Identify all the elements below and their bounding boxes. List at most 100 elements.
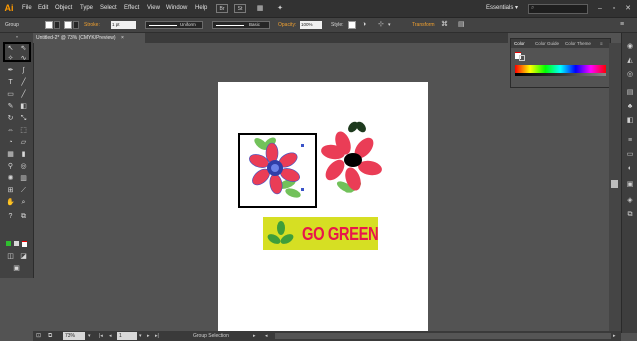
fill-dropdown[interactable] (54, 21, 60, 29)
arrange-icon[interactable]: ▤ (458, 18, 465, 32)
menu-window[interactable]: Window (166, 0, 187, 17)
rotate-icon[interactable]: ↻ (5, 115, 16, 123)
collapse-icon[interactable]: « (12, 35, 22, 39)
free-transform-icon[interactable]: ⬚ (18, 127, 29, 135)
align-icon[interactable]: ⊹ (378, 18, 384, 32)
tab-color-theme[interactable]: Color Theme (565, 39, 591, 48)
previous-artboard-icon[interactable]: ◂ (109, 331, 112, 341)
menu-help[interactable]: Help (195, 0, 207, 17)
artboard-tool-icon[interactable]: ⊞ (5, 187, 16, 195)
stroke-weight-field[interactable]: 1 pt (111, 21, 136, 29)
brush-definition[interactable]: Basic (212, 21, 270, 29)
menu-object[interactable]: Object (55, 0, 72, 17)
screen-mode-icon[interactable]: ▣ (11, 265, 22, 273)
panel-menu-icon[interactable]: ≡ (620, 18, 624, 32)
stock-icon[interactable]: St (234, 4, 246, 13)
help-icon[interactable]: ? (5, 213, 16, 221)
stroke-icon[interactable] (519, 55, 525, 61)
paintbrush-icon[interactable]: ╱ (18, 91, 29, 99)
none-mode-icon[interactable] (22, 241, 27, 247)
color-spectrum[interactable] (515, 65, 606, 73)
menu-effect[interactable]: Effect (124, 0, 139, 17)
menu-view[interactable]: View (147, 0, 160, 17)
last-artboard-icon[interactable]: ▸| (155, 331, 159, 341)
width-tool-icon[interactable]: ⇔ (5, 127, 16, 135)
menu-type[interactable]: Type (80, 0, 93, 17)
flower-plain[interactable] (320, 120, 383, 195)
pencil-icon[interactable]: ✎ (5, 103, 16, 111)
eyedropper-icon[interactable]: ⚲ (5, 163, 16, 171)
swatches-icon[interactable]: ◎ (625, 71, 635, 79)
minimize-icon[interactable]: – (594, 3, 606, 14)
open-in-bridge-icon[interactable]: ⧉ (48, 331, 52, 341)
appearance-icon[interactable]: ▣ (625, 181, 635, 189)
gradient-icon[interactable]: ▮ (18, 151, 29, 159)
gradient-mode-icon[interactable] (14, 241, 19, 246)
rectangle-tool-icon[interactable]: ▭ (5, 91, 16, 99)
artboard-number-field[interactable]: 1 (117, 332, 137, 340)
line-tool-icon[interactable]: ╱ (18, 79, 29, 87)
symbol-sprayer-icon[interactable]: ✺ (5, 175, 16, 183)
slice-icon[interactable]: ⟋ (18, 187, 29, 195)
bridge-icon[interactable]: Br (216, 4, 228, 13)
tab-color-guide[interactable]: Color Guide (535, 39, 559, 48)
transform-label[interactable]: Transform (412, 18, 435, 32)
fill-swatch[interactable] (45, 21, 53, 29)
scroll-right-icon[interactable]: ▸ (613, 331, 616, 341)
chevron-down-icon[interactable]: ▾ (88, 331, 91, 341)
variable-width-profile[interactable]: Uniform (145, 21, 203, 29)
chevron-down-icon[interactable]: ▾ (139, 331, 142, 341)
workspace-switcher[interactable]: Essentials ▾ (486, 0, 518, 17)
first-artboard-icon[interactable]: |◂ (99, 331, 103, 341)
column-graph-icon[interactable]: ▥ (18, 175, 29, 183)
status-menu-icon[interactable]: ▸ (253, 331, 256, 341)
style-swatch[interactable] (348, 21, 356, 29)
curvature-icon[interactable]: ∫ (18, 67, 29, 75)
symbols-icon[interactable]: ♣ (625, 103, 635, 111)
arrange-documents-icon[interactable]: ▦ (254, 4, 266, 13)
scale-icon[interactable]: ⤡ (18, 115, 29, 123)
zoom-field[interactable]: 73% (63, 332, 85, 340)
menu-file[interactable]: File (22, 0, 32, 17)
transparency-icon[interactable]: ◐ (625, 165, 635, 173)
stroke-panel-icon[interactable]: ≡ (625, 137, 635, 145)
shape-builder-icon[interactable]: ◔ (5, 139, 16, 147)
menu-edit[interactable]: Edit (38, 0, 48, 17)
stroke-label[interactable]: Stroke: (84, 18, 100, 32)
opacity-label[interactable]: Opacity: (278, 18, 296, 32)
tab-color[interactable]: Color (514, 39, 525, 48)
mesh-icon[interactable]: ▦ (5, 151, 16, 159)
status-tool-name[interactable]: Group Selection (193, 331, 229, 341)
draw-behind-icon[interactable]: ◪ (18, 253, 29, 261)
document-tab[interactable]: Untitled-2* @ 73% (CMYK/Preview) × (33, 33, 145, 43)
eraser-icon[interactable]: ◧ (18, 103, 29, 111)
graphic-styles-icon[interactable]: ◧ (625, 117, 635, 125)
color-spectrum-shade[interactable] (515, 73, 606, 76)
maximize-icon[interactable]: ▫ (608, 3, 620, 14)
color-mode-icon[interactable] (6, 241, 11, 246)
type-tool-icon[interactable]: T (5, 79, 16, 87)
layers-icon[interactable]: ◈ (625, 197, 635, 205)
gradient-panel-icon[interactable]: ▭ (625, 151, 635, 159)
scrollbar-thumb[interactable] (611, 180, 618, 188)
panel-menu-icon[interactable]: ≡ (600, 39, 603, 48)
help-search-input[interactable]: ⌕ (528, 4, 588, 14)
next-artboard-icon[interactable]: ▸ (147, 331, 150, 341)
chevron-down-icon[interactable]: ▾ (388, 18, 391, 32)
pen-tool-icon[interactable]: ✒ (5, 67, 16, 75)
color-guide-icon[interactable]: ◭ (625, 57, 635, 65)
stroke-dropdown[interactable] (73, 21, 79, 29)
horizontal-scrollbar[interactable] (275, 333, 611, 339)
zoom-tool-icon[interactable]: ⌕ (18, 199, 29, 207)
brushes-icon[interactable]: ▤ (625, 89, 635, 97)
close-tab-icon[interactable]: × (121, 35, 124, 41)
opacity-field[interactable]: 100% (300, 21, 322, 29)
menu-select[interactable]: Select (100, 0, 117, 17)
close-icon[interactable]: ✕ (622, 3, 634, 14)
hand-tool-icon[interactable]: ✋ (5, 199, 16, 207)
stroke-swatch[interactable] (64, 21, 72, 29)
recolor-artwork-icon[interactable]: ◑ (362, 18, 366, 32)
draw-mode-icon[interactable]: ◫ (5, 253, 16, 261)
scroll-left-icon[interactable]: ◂ (265, 331, 268, 341)
color-panel-icon[interactable]: ◉ (625, 43, 635, 51)
